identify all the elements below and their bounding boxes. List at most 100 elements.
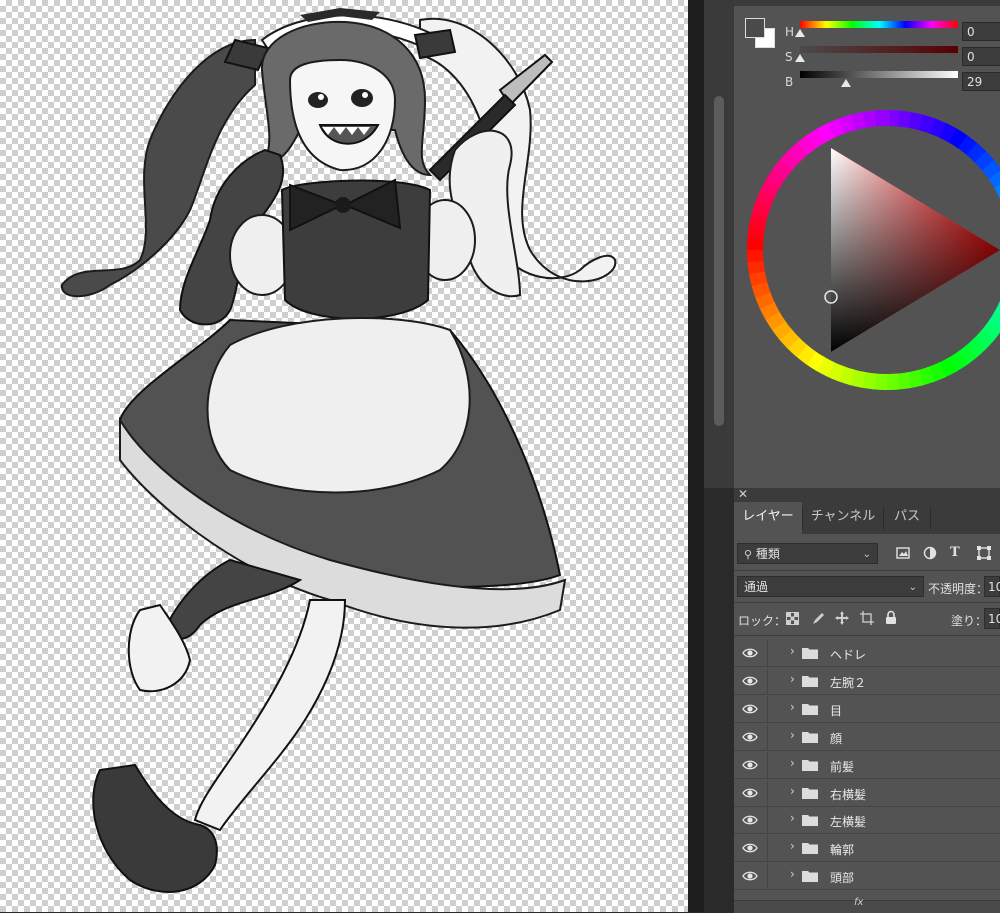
layer-row[interactable]: › 輪郭 bbox=[734, 835, 1000, 863]
color-wheel[interactable] bbox=[734, 100, 1000, 400]
search-icon: ⚲ bbox=[744, 548, 753, 561]
folder-icon bbox=[802, 815, 818, 827]
folder-icon bbox=[802, 787, 818, 799]
saturation-slider[interactable] bbox=[800, 46, 958, 53]
layer-row[interactable]: › 目 bbox=[734, 695, 1000, 723]
layer-row[interactable]: › ヘドレ bbox=[734, 640, 1000, 667]
eye-icon[interactable] bbox=[742, 702, 758, 716]
layer-row[interactable]: › 顔 bbox=[734, 723, 1000, 751]
layer-effects-icon[interactable]: fx bbox=[854, 897, 863, 908]
layer-row[interactable]: › 左横髪 bbox=[734, 807, 1000, 835]
layer-name: 頭部 bbox=[830, 871, 855, 886]
layer-filter-dropdown[interactable]: ⚲ 種類 ⌄ bbox=[737, 543, 878, 564]
chevron-right-icon[interactable]: › bbox=[790, 867, 795, 881]
image-filter-icon[interactable] bbox=[896, 547, 910, 559]
saturation-label: S bbox=[785, 50, 793, 64]
canvas-area[interactable] bbox=[0, 0, 688, 912]
eye-icon[interactable] bbox=[742, 869, 758, 883]
hue-slider-thumb[interactable] bbox=[795, 29, 805, 37]
blend-row-divider bbox=[734, 602, 1000, 603]
layer-row[interactable]: › 右横髪 bbox=[734, 779, 1000, 807]
eye-icon[interactable] bbox=[742, 813, 758, 827]
layer-filter-kind: 種類 bbox=[755, 547, 780, 561]
panel-scrollbar-thumb[interactable] bbox=[714, 96, 724, 426]
layer-name: ヘドレ bbox=[830, 648, 867, 662]
blend-mode-dropdown[interactable]: 通過 ⌄ bbox=[737, 576, 924, 597]
hue-ring-segment[interactable] bbox=[874, 110, 890, 127]
chevron-right-icon[interactable]: › bbox=[790, 756, 795, 770]
hue-slider[interactable] bbox=[800, 21, 958, 28]
lock-row-divider bbox=[734, 635, 1000, 636]
adjustment-filter-icon[interactable] bbox=[923, 546, 937, 560]
eye-icon[interactable] bbox=[742, 646, 758, 660]
lock-position-icon[interactable] bbox=[835, 611, 849, 625]
close-icon[interactable]: ✕ bbox=[738, 487, 748, 501]
eye-icon[interactable] bbox=[742, 786, 758, 800]
layer-name: 輪郭 bbox=[830, 843, 855, 858]
layer-name: 右横髪 bbox=[830, 787, 867, 802]
chevron-down-icon: ⌄ bbox=[862, 549, 871, 560]
layer-row-separator bbox=[767, 695, 768, 723]
layer-name: 前髪 bbox=[830, 759, 855, 774]
layer-row[interactable]: › 左腕２ bbox=[734, 667, 1000, 695]
layers-panel-topbar bbox=[734, 488, 1000, 502]
lock-label: ロック： bbox=[738, 614, 787, 628]
folder-icon bbox=[802, 871, 818, 883]
layer-row-separator bbox=[767, 723, 768, 751]
tab-layers[interactable]: レイヤー bbox=[734, 502, 802, 534]
folder-icon bbox=[802, 843, 818, 855]
artwork bbox=[60, 8, 617, 893]
foreground-color-swatch[interactable] bbox=[745, 18, 765, 38]
eye-icon[interactable] bbox=[742, 730, 758, 744]
saturation-slider-thumb[interactable] bbox=[795, 54, 805, 62]
fill-value: 10 bbox=[988, 612, 1000, 626]
brightness-label: B bbox=[785, 75, 794, 89]
layer-row[interactable]: › 前髪 bbox=[734, 751, 1000, 779]
brightness-slider-thumb[interactable] bbox=[840, 79, 851, 87]
lock-image-pixels-icon[interactable] bbox=[811, 611, 825, 625]
lock-all-icon[interactable] bbox=[885, 610, 897, 625]
folder-icon bbox=[802, 648, 818, 659]
tab-channels[interactable]: チャンネル bbox=[803, 502, 883, 534]
saturation-value-field[interactable]: 0 bbox=[962, 47, 1000, 66]
folder-icon bbox=[802, 731, 818, 743]
eye-icon[interactable] bbox=[742, 758, 758, 772]
type-filter-icon[interactable]: T bbox=[950, 545, 960, 560]
shape-filter-icon[interactable] bbox=[977, 546, 991, 560]
layer-name: 左横髪 bbox=[830, 815, 867, 830]
chevron-right-icon[interactable]: › bbox=[790, 728, 795, 742]
layer-row-separator bbox=[767, 835, 768, 863]
chevron-right-icon[interactable]: › bbox=[790, 839, 795, 853]
color-panel-topbar bbox=[734, 0, 1000, 6]
layer-name: 左腕２ bbox=[830, 675, 867, 690]
brightness-slider[interactable] bbox=[800, 71, 958, 78]
chevron-right-icon[interactable]: › bbox=[790, 811, 795, 825]
folder-icon bbox=[802, 675, 818, 687]
panel-divider bbox=[688, 0, 704, 912]
layer-name: 目 bbox=[830, 703, 843, 718]
chevron-right-icon[interactable]: › bbox=[790, 784, 795, 798]
brightness-value-field[interactable]: 29 bbox=[962, 72, 1000, 91]
chevron-right-icon[interactable]: › bbox=[790, 700, 795, 714]
eye-icon[interactable] bbox=[742, 841, 758, 855]
tab-divider bbox=[930, 506, 931, 530]
layer-row-separator bbox=[767, 751, 768, 779]
lock-artboard-icon[interactable] bbox=[860, 611, 874, 625]
lock-transparent-pixels-icon[interactable] bbox=[786, 612, 799, 625]
chevron-right-icon[interactable]: › bbox=[790, 672, 795, 686]
tab-paths[interactable]: パス bbox=[884, 502, 930, 534]
layers-panel-footer: fx bbox=[734, 897, 1000, 913]
filter-row-divider bbox=[734, 570, 1000, 571]
layer-row-separator bbox=[767, 640, 768, 667]
layer-row[interactable]: › 頭部 bbox=[734, 863, 1000, 891]
hue-ring-segment[interactable] bbox=[988, 170, 1000, 190]
hue-value-field[interactable]: 0 bbox=[962, 22, 1000, 41]
layer-row-separator bbox=[767, 807, 768, 835]
chevron-right-icon[interactable]: › bbox=[790, 644, 795, 658]
blend-mode-value: 通過 bbox=[744, 580, 769, 594]
layer-row-separator bbox=[767, 667, 768, 695]
eye-icon[interactable] bbox=[742, 674, 758, 688]
fill-field[interactable]: 10 bbox=[984, 608, 1000, 629]
layer-name: 顔 bbox=[830, 731, 843, 746]
opacity-field[interactable]: 10 bbox=[984, 576, 1000, 597]
